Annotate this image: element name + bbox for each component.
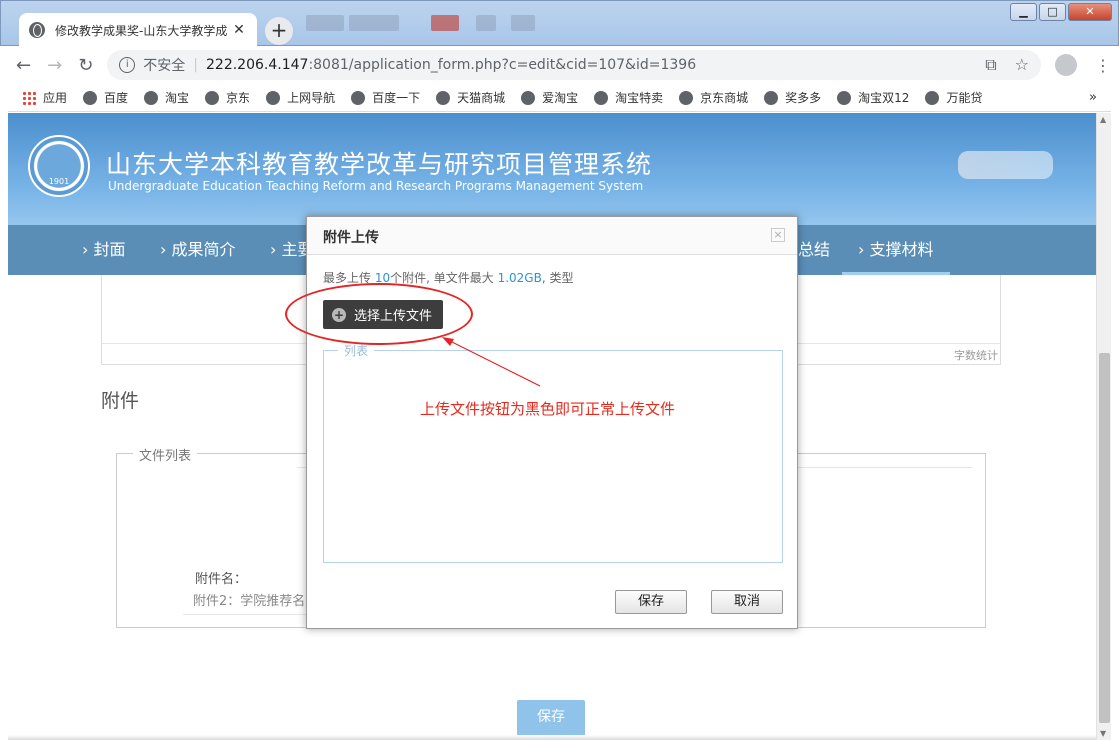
blurred-tab xyxy=(431,15,459,31)
globe-icon xyxy=(925,90,940,105)
apps-icon xyxy=(22,90,36,105)
nav-item-summary[interactable]: › 成果简介 xyxy=(160,225,236,275)
star-icon[interactable]: ☆ xyxy=(1015,55,1029,75)
bookmark-item[interactable]: 百度一下 xyxy=(351,89,420,106)
bottom-shadow xyxy=(8,735,1096,740)
word-count: 字数统计 xyxy=(954,349,998,362)
globe-icon xyxy=(29,22,45,38)
bookmark-item[interactable]: 奖多多 xyxy=(764,89,821,106)
browser-tab[interactable]: 修改教学成果奖-山东大学教学成 ✕ xyxy=(19,13,257,47)
bookmark-item[interactable]: 万能贷 xyxy=(925,89,982,106)
browser-titlebar: 修改教学成果奖-山东大学教学成 ✕ + ▁ □ ✕ xyxy=(0,0,1119,47)
scroll-up-icon[interactable]: ▲ xyxy=(1100,115,1106,124)
bookmark-item[interactable]: 淘宝双12 xyxy=(837,89,909,106)
upload-list-box: 列表 xyxy=(323,342,783,563)
globe-icon xyxy=(351,90,366,105)
bookmark-item[interactable]: 百度 xyxy=(83,89,128,106)
annotation-ellipse xyxy=(285,283,473,345)
globe-icon xyxy=(266,90,281,105)
forward-icon[interactable]: → xyxy=(39,55,70,76)
insecure-label: 不安全 xyxy=(143,58,186,74)
browser-toolbar: ← → ↻ i 不安全 | 222.206.4.147 :8081/applic… xyxy=(8,46,1111,84)
globe-icon xyxy=(764,90,779,105)
annotation-text: 上传文件按钮为黑色即可正常上传文件 xyxy=(420,400,676,418)
extension-icon[interactable]: ⧉ xyxy=(985,55,996,75)
bookmark-item[interactable]: 京东 xyxy=(205,89,250,106)
dialog-title: 附件上传 xyxy=(323,230,379,246)
close-window-button[interactable]: ✕ xyxy=(1068,3,1112,21)
minimize-button[interactable]: ▁ xyxy=(1010,3,1037,21)
url-host: 222.206.4.147 xyxy=(206,57,309,73)
file-list-legend: 文件列表 xyxy=(133,445,198,464)
scroll-down-icon[interactable]: ▼ xyxy=(1100,729,1106,738)
blurred-tab xyxy=(476,15,496,31)
globe-icon xyxy=(679,90,694,105)
globe-icon xyxy=(594,90,609,105)
bookmark-item[interactable]: 上网导航 xyxy=(266,89,335,106)
url-path: :8081/application_form.php?c=edit&cid=10… xyxy=(308,57,697,73)
avatar[interactable] xyxy=(1054,54,1077,76)
nav-item-conclusion[interactable]: 总结 xyxy=(798,225,830,275)
new-tab-button[interactable]: + xyxy=(265,17,293,45)
globe-icon xyxy=(436,90,451,105)
nav-item-support-materials[interactable]: › 支撑材料 xyxy=(842,225,949,275)
menu-icon[interactable]: ⋮ xyxy=(1095,56,1111,75)
logo-year: 1901 xyxy=(48,177,70,186)
globe-icon xyxy=(83,90,98,105)
bookmark-item[interactable]: 淘宝特卖 xyxy=(594,89,663,106)
nav-item-cover[interactable]: › 封面 xyxy=(82,225,126,275)
scroll-thumb[interactable] xyxy=(1099,353,1110,723)
globe-icon xyxy=(521,90,536,105)
blurred-tab xyxy=(306,15,344,31)
site-subtitle: Undergraduate Education Teaching Reform … xyxy=(108,179,644,193)
dialog-cancel-button[interactable]: 取消 xyxy=(711,590,783,614)
maximize-button[interactable]: □ xyxy=(1039,3,1066,21)
separator: | xyxy=(193,57,198,73)
bookmark-item[interactable]: 淘宝 xyxy=(144,89,189,106)
page-save-button[interactable]: 保存 xyxy=(517,700,585,740)
blurred-tab xyxy=(349,15,399,31)
bookmarks-more-icon[interactable]: » xyxy=(1089,90,1097,105)
site-banner: 1901 山东大学本科教育教学改革与研究项目管理系统 Undergraduate… xyxy=(8,113,1096,225)
globe-icon xyxy=(837,90,852,105)
reload-icon[interactable]: ↻ xyxy=(70,55,101,76)
close-icon[interactable]: × xyxy=(771,228,785,242)
bookmark-item[interactable]: 爱淘宝 xyxy=(521,89,578,106)
tab-close-icon[interactable]: ✕ xyxy=(231,22,247,38)
window-controls: ▁ □ ✕ xyxy=(1010,3,1112,21)
dialog-save-button[interactable]: 保存 xyxy=(615,590,687,614)
attachment-name-label: 附件名： xyxy=(195,572,248,587)
site-title: 山东大学本科教育教学改革与研究项目管理系统 xyxy=(106,150,653,179)
user-info-blurred xyxy=(958,151,1053,179)
university-logo: 1901 xyxy=(28,135,90,197)
bookmark-item[interactable]: 京东商城 xyxy=(679,89,748,106)
globe-icon xyxy=(205,90,220,105)
upload-dialog: 附件上传 × 最多上传 10个附件, 单文件最大 1.02GB, 类型 + 选择… xyxy=(306,216,798,629)
page-scrollbar[interactable]: ▲ ▼ xyxy=(1096,113,1111,740)
attachments-heading: 附件 xyxy=(101,390,140,412)
info-icon[interactable]: i xyxy=(119,57,136,73)
max-file-size: 1.02GB xyxy=(497,271,542,285)
globe-icon xyxy=(144,90,159,105)
blurred-tab xyxy=(511,15,535,31)
bookmarks-bar: 应用 百度 淘宝 京东 上网导航 百度一下 天猫商城 爱淘宝 淘宝特卖 京东商城… xyxy=(8,84,1111,112)
bookmark-item[interactable]: 天猫商城 xyxy=(436,89,505,106)
tab-title: 修改教学成果奖-山东大学教学成 xyxy=(55,23,228,38)
address-bar[interactable]: i 不安全 | 222.206.4.147 :8081/application_… xyxy=(107,50,1041,80)
back-icon[interactable]: ← xyxy=(8,55,39,76)
dialog-header: 附件上传 × xyxy=(307,217,797,255)
bookmark-apps[interactable]: 应用 xyxy=(22,89,67,106)
